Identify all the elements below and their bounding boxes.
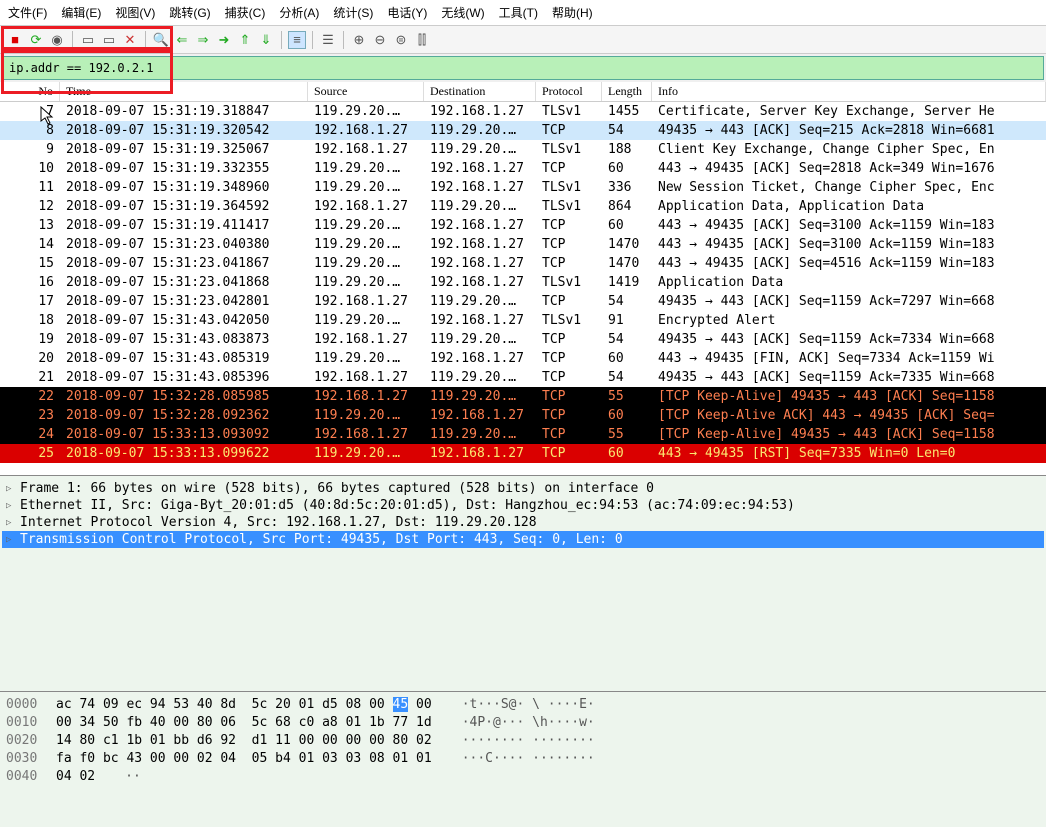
go-first-icon[interactable]: ⇑ <box>236 31 254 49</box>
auto-scroll-icon[interactable]: ≡ <box>288 31 306 49</box>
packet-row[interactable]: 162018-09-07 15:31:23.041868119.29.20.…1… <box>0 273 1046 292</box>
packet-list-pane[interactable]: No Time Source Destination Protocol Leng… <box>0 82 1046 476</box>
packet-row[interactable]: 222018-09-07 15:32:28.085985192.168.1.27… <box>0 387 1046 406</box>
colorize-icon[interactable]: ☰ <box>319 31 337 49</box>
zoom-in-icon[interactable]: ⊕ <box>350 31 368 49</box>
menu-item[interactable]: 跳转(G) <box>169 4 210 21</box>
start-capture-icon[interactable]: ■ <box>6 31 24 49</box>
menu-item[interactable]: 工具(T) <box>499 4 538 21</box>
menu-item[interactable]: 编辑(E) <box>61 4 101 21</box>
packet-bytes-pane[interactable]: 0000ac 74 09 ec 94 53 40 8d 5c 20 01 d5 … <box>0 692 1046 827</box>
detail-tree-item[interactable]: ▷Frame 1: 66 bytes on wire (528 bits), 6… <box>2 480 1044 497</box>
packet-details-pane[interactable]: ▷Frame 1: 66 bytes on wire (528 bits), 6… <box>0 476 1046 692</box>
hex-row[interactable]: 002014 80 c1 1b 01 bb d6 92 d1 11 00 00 … <box>6 732 1040 750</box>
detail-tree-item[interactable]: ▷Transmission Control Protocol, Src Port… <box>2 531 1044 548</box>
packet-row[interactable]: 82018-09-07 15:31:19.320542192.168.1.271… <box>0 121 1046 140</box>
packet-row[interactable]: 72018-09-07 15:31:19.318847119.29.20.…19… <box>0 102 1046 121</box>
resize-columns-icon[interactable]: ⫿⫿ <box>413 31 431 49</box>
toolbar: ■ ⟳ ◉ ▭ ▭ ✕ 🔍 ⇐ ⇒ ➜ ⇑ ⇓ ≡ ☰ ⊕ ⊖ ⊜ ⫿⫿ <box>0 26 1046 54</box>
toolbar-divider <box>312 31 313 49</box>
packet-row[interactable]: 242018-09-07 15:33:13.093092192.168.1.27… <box>0 425 1046 444</box>
hex-row[interactable]: 0030fa f0 bc 43 00 00 02 04 05 b4 01 03 … <box>6 750 1040 768</box>
column-header-length[interactable]: Length <box>602 82 652 101</box>
go-to-icon[interactable]: ➜ <box>215 31 233 49</box>
toolbar-divider <box>145 31 146 49</box>
menu-bar: 文件(F) 编辑(E) 视图(V) 跳转(G) 捕获(C) 分析(A) 统计(S) 电话(Y)… <box>0 0 1046 26</box>
expand-icon[interactable]: ▷ <box>6 518 16 528</box>
column-header-destination[interactable]: Destination <box>424 82 536 101</box>
hex-row[interactable]: 0000ac 74 09 ec 94 53 40 8d 5c 20 01 d5 … <box>6 696 1040 714</box>
packet-row[interactable]: 192018-09-07 15:31:43.083873192.168.1.27… <box>0 330 1046 349</box>
packet-row[interactable]: 152018-09-07 15:31:23.041867119.29.20.…1… <box>0 254 1046 273</box>
packet-row[interactable]: 102018-09-07 15:31:19.332355119.29.20.…1… <box>0 159 1046 178</box>
display-filter-bar <box>2 56 1044 80</box>
menu-item[interactable]: 视图(V) <box>115 4 155 21</box>
menu-item[interactable]: 捕获(C) <box>225 4 266 21</box>
packet-row[interactable]: 252018-09-07 15:33:13.099622119.29.20.…1… <box>0 444 1046 463</box>
detail-tree-item[interactable]: ▷Internet Protocol Version 4, Src: 192.1… <box>2 514 1044 531</box>
packet-row[interactable]: 122018-09-07 15:31:19.364592192.168.1.27… <box>0 197 1046 216</box>
toolbar-divider <box>72 31 73 49</box>
menu-item[interactable]: 统计(S) <box>333 4 373 21</box>
menu-item[interactable]: 电话(Y) <box>387 4 427 21</box>
packet-row[interactable]: 142018-09-07 15:31:23.040380119.29.20.…1… <box>0 235 1046 254</box>
column-header-protocol[interactable]: Protocol <box>536 82 602 101</box>
packet-row[interactable]: 112018-09-07 15:31:19.348960119.29.20.…1… <box>0 178 1046 197</box>
go-back-icon[interactable]: ⇐ <box>173 31 191 49</box>
go-forward-icon[interactable]: ⇒ <box>194 31 212 49</box>
close-file-icon[interactable]: ✕ <box>121 31 139 49</box>
open-file-icon[interactable]: ▭ <box>79 31 97 49</box>
expand-icon[interactable]: ▷ <box>6 535 16 545</box>
menu-item[interactable]: 文件(F) <box>8 4 47 21</box>
toolbar-divider <box>281 31 282 49</box>
packet-row[interactable]: 172018-09-07 15:31:23.042801192.168.1.27… <box>0 292 1046 311</box>
menu-item[interactable]: 无线(W) <box>441 4 484 21</box>
find-icon[interactable]: 🔍 <box>152 31 170 49</box>
menu-item[interactable]: 帮助(H) <box>552 4 593 21</box>
packet-row[interactable]: 212018-09-07 15:31:43.085396192.168.1.27… <box>0 368 1046 387</box>
column-header-no[interactable]: No <box>0 82 60 101</box>
display-filter-input[interactable] <box>7 59 1039 77</box>
column-header-source[interactable]: Source <box>308 82 424 101</box>
menu-item[interactable]: 分析(A) <box>279 4 319 21</box>
packet-row[interactable]: 132018-09-07 15:31:19.411417119.29.20.…1… <box>0 216 1046 235</box>
go-last-icon[interactable]: ⇓ <box>257 31 275 49</box>
expand-icon[interactable]: ▷ <box>6 501 16 511</box>
packet-row[interactable]: 92018-09-07 15:31:19.325067192.168.1.271… <box>0 140 1046 159</box>
stop-capture-icon[interactable]: ◉ <box>48 31 66 49</box>
column-header-info[interactable]: Info <box>652 82 1046 101</box>
packet-row[interactable]: 182018-09-07 15:31:43.042050119.29.20.…1… <box>0 311 1046 330</box>
toolbar-divider <box>343 31 344 49</box>
packet-row[interactable]: 232018-09-07 15:32:28.092362119.29.20.…1… <box>0 406 1046 425</box>
save-file-icon[interactable]: ▭ <box>100 31 118 49</box>
hex-row[interactable]: 001000 34 50 fb 40 00 80 06 5c 68 c0 a8 … <box>6 714 1040 732</box>
packet-list-header[interactable]: No Time Source Destination Protocol Leng… <box>0 82 1046 102</box>
column-header-time[interactable]: Time <box>60 82 308 101</box>
hex-row[interactable]: 004004 02·· <box>6 768 1040 786</box>
packet-row[interactable]: 202018-09-07 15:31:43.085319119.29.20.…1… <box>0 349 1046 368</box>
detail-tree-item[interactable]: ▷Ethernet II, Src: Giga-Byt_20:01:d5 (40… <box>2 497 1044 514</box>
zoom-out-icon[interactable]: ⊖ <box>371 31 389 49</box>
restart-capture-icon[interactable]: ⟳ <box>27 31 45 49</box>
zoom-reset-icon[interactable]: ⊜ <box>392 31 410 49</box>
expand-icon[interactable]: ▷ <box>6 484 16 494</box>
